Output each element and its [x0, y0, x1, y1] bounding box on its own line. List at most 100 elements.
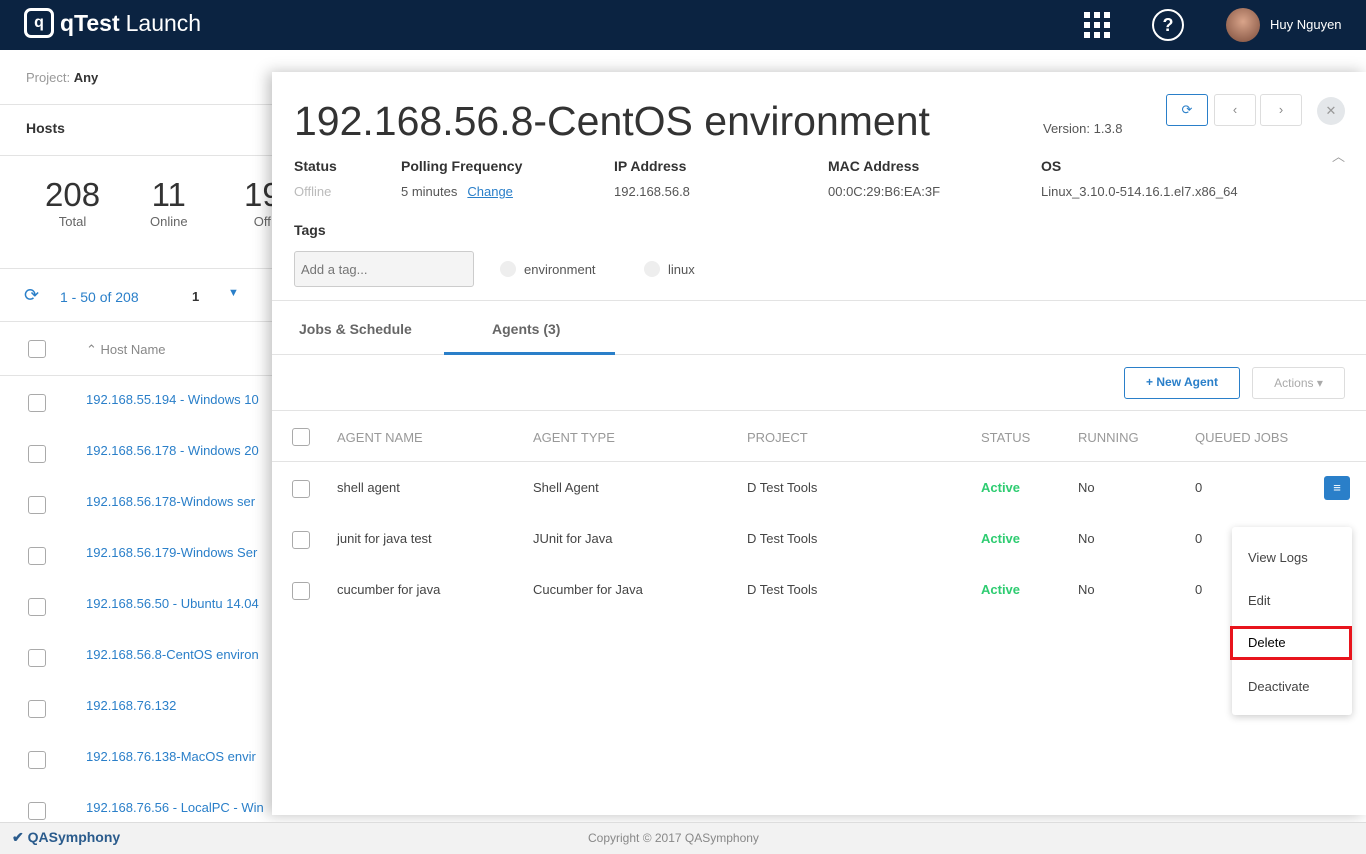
host-link[interactable]: 192.168.56.50 - Ubuntu 14.04 [86, 596, 259, 611]
agents-table-header: AGENT NAME AGENT TYPE PROJECT STATUS RUN… [272, 410, 1366, 462]
host-link[interactable]: 192.168.56.178-Windows ser [86, 494, 255, 509]
qasymphony-logo: ✔ QASymphony [12, 829, 121, 845]
tag-environment[interactable]: environment [500, 261, 596, 277]
select-all-checkbox[interactable] [292, 428, 310, 446]
row-checkbox[interactable] [28, 751, 46, 769]
table-row: 192.168.55.194 - Windows 10 [0, 377, 272, 428]
host-link[interactable]: 192.168.76.56 - LocalPC - Win [86, 800, 264, 815]
row-checkbox[interactable] [28, 496, 46, 514]
host-link[interactable]: 192.168.56.8-CentOS environ [86, 647, 259, 662]
change-link[interactable]: Change [467, 184, 513, 199]
stat-online: 11 Online [150, 176, 188, 229]
polling-field: Polling Frequency 5 minutes Change [401, 158, 523, 199]
table-row: 192.168.56.50 - Ubuntu 14.04 [0, 581, 272, 632]
col-agent-type[interactable]: AGENT TYPE [533, 430, 615, 445]
row-checkbox[interactable] [292, 531, 310, 549]
col-project[interactable]: PROJECT [747, 430, 808, 445]
table-row: 192.168.56.178 - Windows 20 [0, 428, 272, 479]
agent-queued: 0 [1195, 480, 1203, 495]
status-field: Status Offline [294, 158, 337, 199]
tab-agents[interactable]: Agents (3) [492, 321, 560, 337]
agent-running: No [1078, 582, 1095, 597]
hosts-list-page: Project: Any Hosts 208 Total 11 Online 19 O… [0, 50, 281, 822]
row-checkbox[interactable] [28, 547, 46, 565]
agent-project: D Test Tools [747, 582, 818, 597]
status-badge: Active [981, 582, 1021, 597]
host-detail-panel: 192.168.56.8-CentOS environment Version:… [272, 72, 1366, 815]
chevron-down-icon[interactable]: ▼ [228, 287, 239, 299]
tag-linux[interactable]: linux [644, 261, 695, 277]
agent-type: Shell Agent [533, 480, 599, 495]
row-checkbox[interactable] [28, 598, 46, 616]
host-link[interactable]: 192.168.56.179-Windows Ser [86, 545, 257, 560]
table-row: shell agent Shell Agent D Test Tools Act… [272, 464, 1366, 515]
host-name-header[interactable]: ⌃ Host Name [86, 342, 166, 358]
copyright: Copyright © 2017 QASymphony [588, 831, 759, 845]
row-checkbox[interactable] [28, 649, 46, 667]
agent-queued: 0 [1195, 582, 1203, 597]
col-agent-name[interactable]: AGENT NAME [337, 430, 423, 445]
ip-field: IP Address 192.168.56.8 [614, 158, 690, 199]
refresh-icon[interactable]: ⟳ [24, 285, 39, 306]
row-checkbox[interactable] [292, 582, 310, 600]
select-all-checkbox[interactable] [28, 340, 46, 358]
chevron-up-icon[interactable]: ︿ [1332, 146, 1345, 165]
logo[interactable]: q qTest Launch [24, 8, 201, 38]
active-tab-indicator [444, 352, 615, 355]
version: Version: 1.3.8 [1043, 121, 1123, 136]
row-checkbox[interactable] [28, 700, 46, 718]
tab-jobs-schedule[interactable]: Jobs & Schedule [299, 321, 412, 337]
user-name[interactable]: Huy Nguyen [1270, 17, 1342, 32]
new-agent-button[interactable]: + New Agent [1124, 367, 1240, 399]
row-checkbox[interactable] [28, 394, 46, 412]
col-queued-jobs[interactable]: QUEUED JOBS [1195, 430, 1288, 445]
pager: ⟳ 1 - 50 of 208 1 ▼ [0, 268, 272, 322]
host-table-header: ⌃ Host Name [0, 322, 272, 376]
agent-name[interactable]: cucumber for java [337, 582, 440, 597]
qtest-logo-icon: q [24, 8, 54, 38]
agent-type: Cucumber for Java [533, 582, 643, 597]
stat-total: 208 Total [45, 176, 101, 229]
actions-dropdown[interactable]: Actions ▾ [1252, 367, 1345, 399]
host-link[interactable]: 192.168.76.132 [86, 698, 176, 713]
footer: ✔ QASymphony Copyright © 2017 QASymphony [0, 822, 1366, 854]
agent-name[interactable]: shell agent [337, 480, 400, 495]
agent-name[interactable]: junit for java test [337, 531, 432, 546]
status-badge: Active [981, 531, 1021, 546]
page-title: 192.168.56.8-CentOS environment [294, 98, 930, 144]
menu-deactivate[interactable]: Deactivate [1248, 679, 1309, 694]
table-row: 192.168.56.179-Windows Ser [0, 530, 272, 581]
row-checkbox[interactable] [28, 445, 46, 463]
row-menu-button[interactable]: ≡ [1324, 476, 1350, 500]
agent-project: D Test Tools [747, 480, 818, 495]
menu-edit[interactable]: Edit [1248, 593, 1270, 608]
hosts-title: Hosts [0, 104, 272, 156]
agent-running: No [1078, 531, 1095, 546]
close-icon[interactable]: ✕ [1317, 97, 1345, 125]
col-running[interactable]: RUNNING [1078, 430, 1139, 445]
previous-button[interactable]: ‹ [1214, 94, 1256, 126]
help-icon[interactable]: ? [1152, 9, 1184, 41]
row-checkbox[interactable] [292, 480, 310, 498]
menu-delete[interactable]: Delete [1230, 626, 1352, 660]
project-filter[interactable]: Project: Any [26, 70, 98, 85]
page-select[interactable]: 1 [192, 289, 199, 304]
host-link[interactable]: 192.168.55.194 - Windows 10 [86, 392, 259, 407]
host-link[interactable]: 192.168.56.178 - Windows 20 [86, 443, 259, 458]
col-status[interactable]: STATUS [981, 430, 1030, 445]
host-link[interactable]: 192.168.76.138-MacOS envir [86, 749, 256, 764]
avatar[interactable] [1226, 8, 1260, 42]
tags-label: Tags [294, 222, 326, 238]
next-button[interactable]: › [1260, 94, 1302, 126]
tabs: Jobs & Schedule Agents (3) [272, 300, 1366, 355]
agent-running: No [1078, 480, 1095, 495]
refresh-button[interactable]: ⟳ [1166, 94, 1208, 126]
table-row: junit for java test JUnit for Java D Tes… [272, 515, 1366, 566]
menu-view-logs[interactable]: View Logs [1248, 550, 1308, 565]
row-checkbox[interactable] [28, 802, 46, 820]
table-row: 192.168.56.178-Windows ser [0, 479, 272, 530]
tag-input[interactable] [294, 251, 474, 287]
agent-queued: 0 [1195, 531, 1203, 546]
apps-grid-icon[interactable] [1084, 12, 1110, 38]
status-badge: Active [981, 480, 1021, 495]
